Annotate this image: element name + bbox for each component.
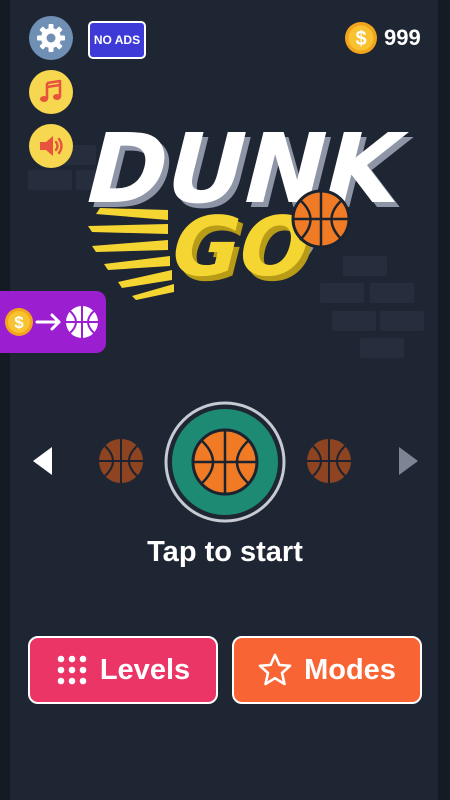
svg-text:$: $ [14, 313, 24, 332]
logo-basketball-icon [291, 189, 351, 249]
modes-button[interactable]: Modes [232, 636, 422, 704]
modes-label: Modes [304, 653, 396, 686]
basketball-icon [66, 306, 98, 338]
chevron-left-icon[interactable] [30, 445, 56, 477]
tap-to-start-prompt[interactable]: Tap to start [0, 536, 450, 569]
dunk-go-logo: DUNK DUNK GO GO [74, 113, 422, 300]
levels-button[interactable]: Levels [28, 636, 218, 704]
background-brick [360, 338, 404, 358]
coin-to-ball-exchange-button[interactable]: $ [0, 291, 106, 353]
next-ball-option[interactable] [305, 437, 353, 485]
coin-icon: $ [5, 308, 33, 336]
grid-dots-icon [56, 654, 88, 686]
chevron-right-icon[interactable] [395, 445, 421, 477]
prev-ball-option[interactable] [97, 437, 145, 485]
levels-label: Levels [99, 653, 191, 686]
game-screen: NO ADS $ 999 DUNK DUNK GO GO $ Tap to st… [0, 0, 450, 800]
star-icon [258, 653, 292, 687]
selected-ball-option[interactable] [163, 400, 287, 524]
arrow-right-icon [35, 313, 61, 331]
